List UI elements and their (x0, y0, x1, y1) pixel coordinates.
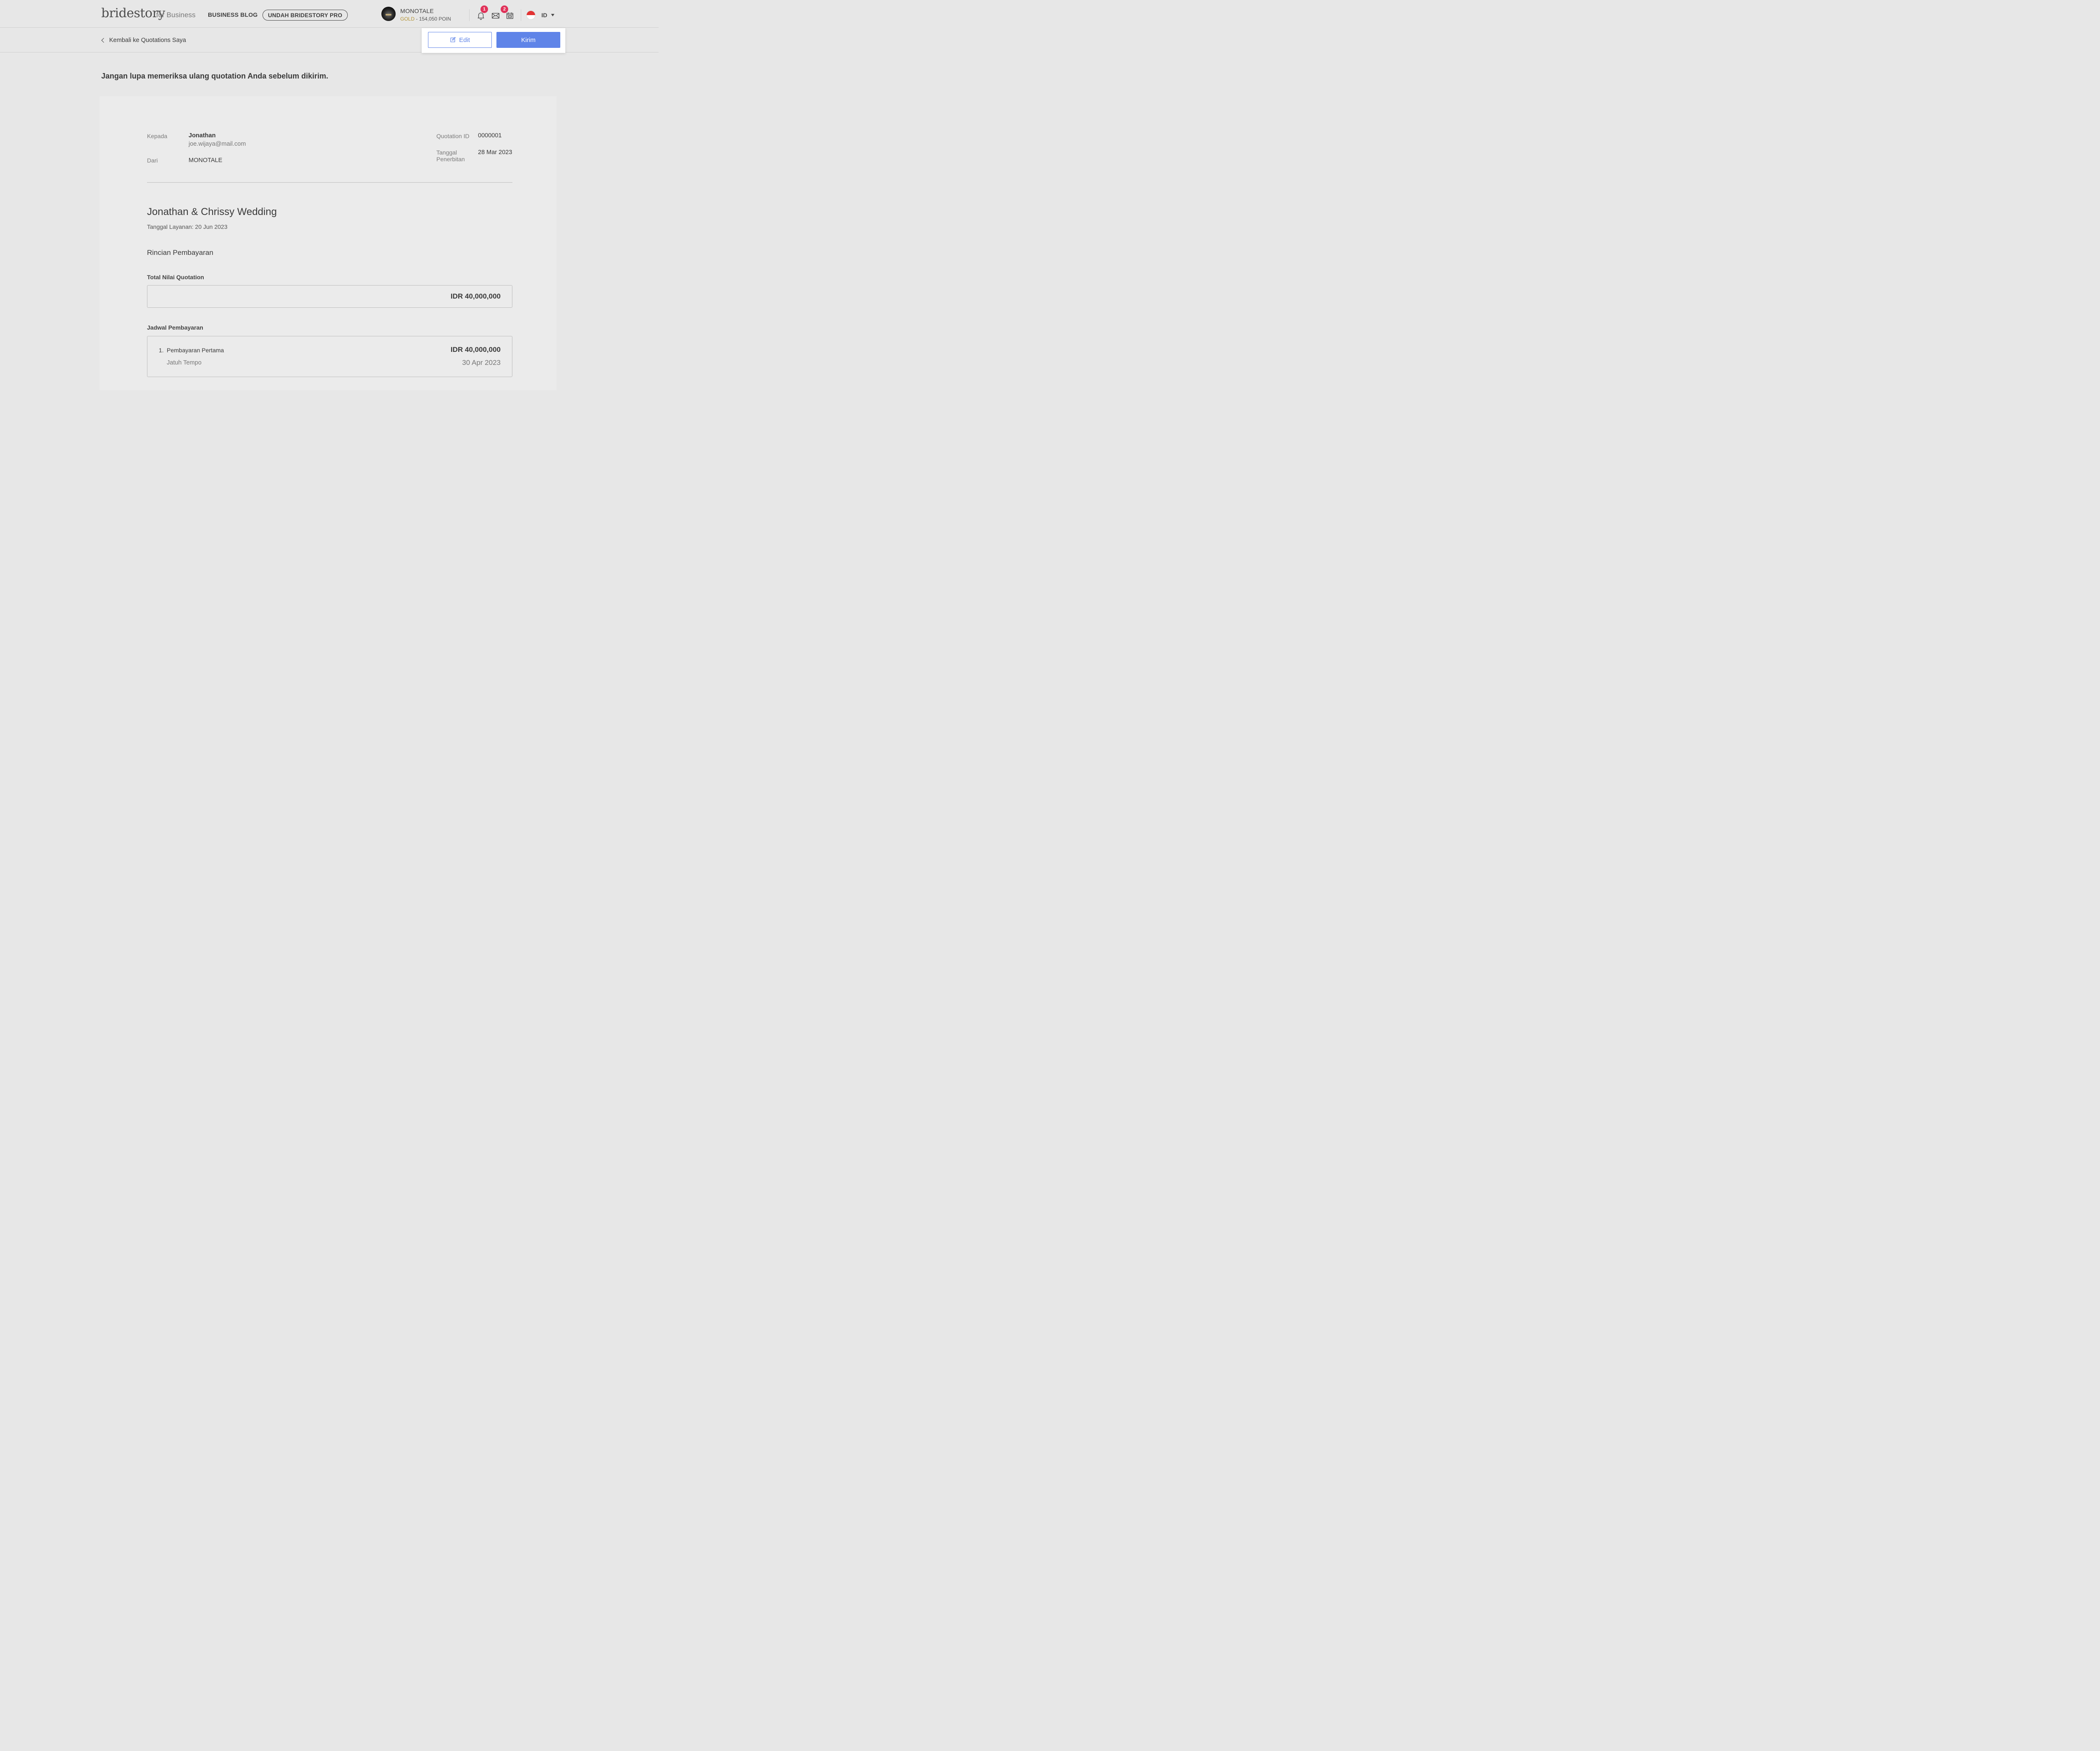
payment-schedule-item: 1. Pembayaran Pertama Jatuh Tempo IDR 40… (147, 336, 512, 377)
tier-label: GOLD (400, 16, 415, 22)
quotation-id-label: Quotation ID (436, 133, 470, 139)
business-blog-link[interactable]: BUSINESS BLOG (208, 11, 258, 18)
issue-date-label: Tanggal Penerbitan (436, 149, 465, 163)
action-panel: Edit Kirim (422, 28, 565, 53)
caret-down-icon[interactable] (551, 14, 554, 16)
to-label: Kepada (147, 133, 168, 139)
recipient-email: joe.wijaya@mail.com (189, 141, 246, 147)
payment-number: 1. (159, 347, 164, 354)
edit-button[interactable]: Edit (428, 32, 492, 48)
divider (469, 9, 470, 21)
calendar-icon (506, 12, 514, 19)
review-reminder: Jangan lupa memeriksa ulang quotation An… (101, 72, 328, 80)
from-label: Dari (147, 157, 158, 164)
logo-for-business[interactable]: for Business (156, 11, 196, 19)
indonesia-flag-icon[interactable] (526, 10, 536, 20)
user-tier-points: GOLD - 154,050 POIN (400, 16, 451, 22)
edit-button-label: Edit (459, 36, 470, 44)
divider (147, 182, 512, 183)
avatar[interactable] (381, 7, 396, 21)
points-label: - 154,050 POIN (416, 16, 451, 22)
recipient-name: Jonathan (189, 132, 216, 139)
total-value-amount: IDR 40,000,000 (450, 292, 501, 300)
payment-schedule-label: Jadwal Pembayaran (147, 324, 203, 331)
event-title: Jonathan & Chrissy Wedding (147, 206, 277, 218)
back-link-label: Kembali ke Quotations Saya (109, 37, 186, 44)
send-button[interactable]: Kirim (496, 32, 560, 48)
service-date: Tanggal Layanan: 20 Jun 2023 (147, 223, 228, 230)
due-date-label: Jatuh Tempo (167, 359, 202, 366)
payment-name: Pembayaran Pertama (167, 347, 224, 354)
total-value-box: IDR 40,000,000 (147, 285, 512, 308)
chevron-left-icon (101, 38, 106, 43)
issue-date-value: 28 Mar 2023 (478, 149, 512, 156)
back-to-quotations-link[interactable]: Kembali ke Quotations Saya (100, 37, 186, 44)
mail-icon (492, 13, 499, 19)
edit-icon (450, 37, 456, 42)
user-name[interactable]: MONOTALE (400, 8, 434, 14)
payment-due-date: 30 Apr 2023 (462, 359, 501, 367)
language-selector[interactable]: ID (541, 12, 547, 18)
payment-amount: IDR 40,000,000 (450, 346, 501, 354)
calendar-button[interactable] (505, 11, 514, 20)
notification-badge: 1 (480, 5, 488, 13)
quotation-id-value: 0000001 (478, 132, 502, 139)
payment-details-heading: Rincian Pembayaran (147, 249, 213, 257)
sender-name: MONOTALE (189, 157, 223, 164)
messages-button[interactable] (491, 11, 500, 20)
undah-pro-button[interactable]: UNDAH BRIDESTORY PRO (262, 10, 348, 21)
top-navbar: bridestory for Business BUSINESS BLOG UN… (0, 0, 659, 28)
bridestory-logo[interactable]: bridestory (101, 6, 165, 21)
quotation-card: Kepada Jonathan joe.wijaya@mail.com Dari… (100, 96, 556, 390)
total-value-label: Total Nilai Quotation (147, 274, 204, 280)
